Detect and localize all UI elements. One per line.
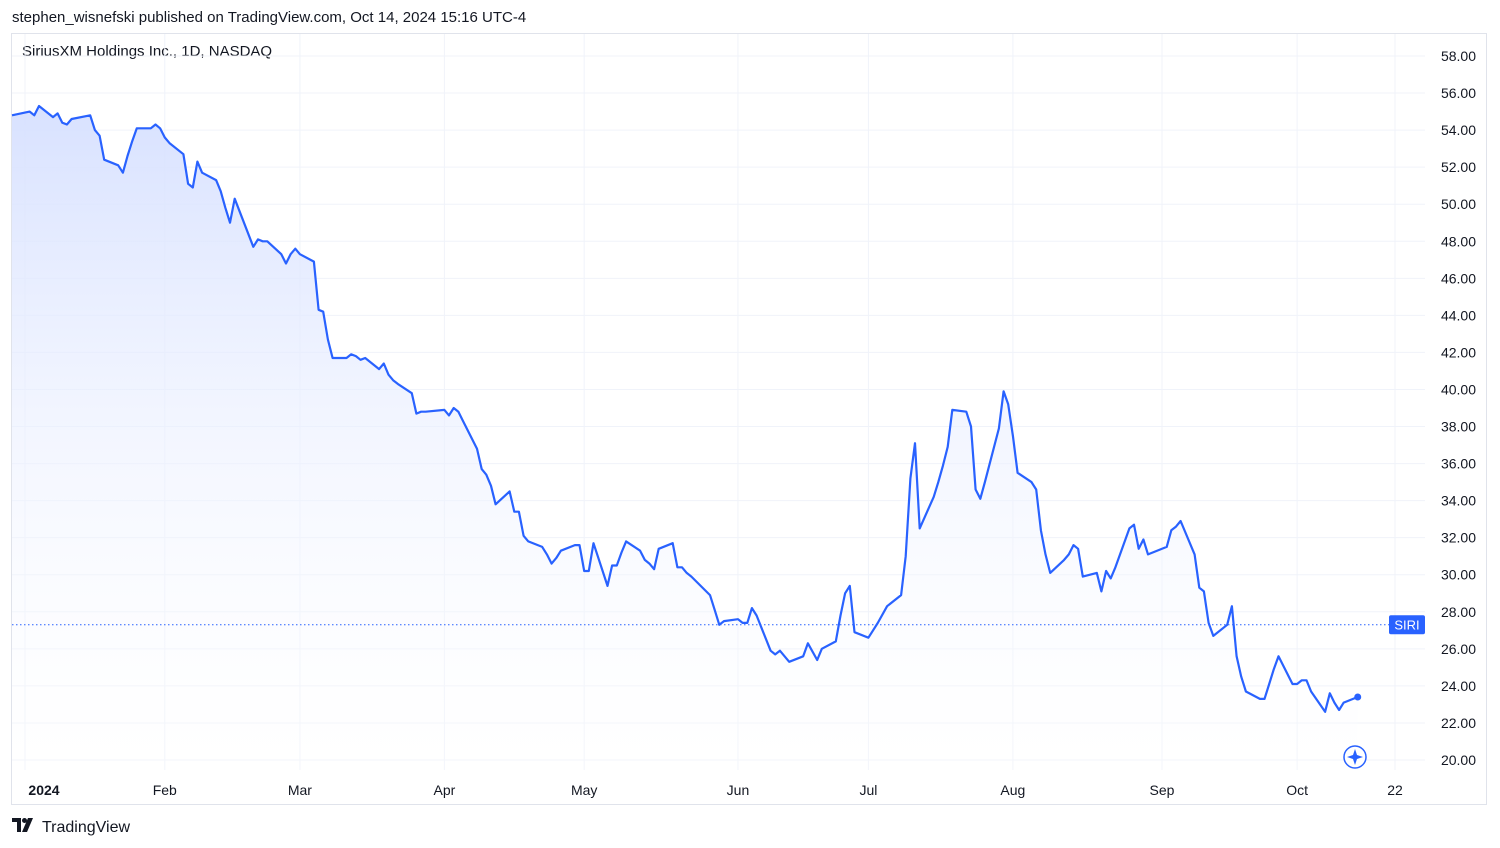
- x-tick-label: 2024: [28, 782, 59, 798]
- y-tick-label: 26.00: [1441, 641, 1476, 657]
- y-tick-label: 30.00: [1441, 567, 1476, 583]
- y-tick-label: 42.00: [1441, 344, 1476, 360]
- symbol-badge: SIRI: [1389, 615, 1425, 635]
- y-tick-label: 40.00: [1441, 381, 1476, 397]
- y-tick-label: 48.00: [1441, 233, 1476, 249]
- y-tick-label: 50.00: [1441, 196, 1476, 212]
- x-tick-label: 22: [1387, 782, 1403, 798]
- y-tick-label: 22.00: [1441, 715, 1476, 731]
- x-axis-ticks: 2024 Feb Mar Apr May Jun Jul Aug Sep Oct 22: [28, 782, 1403, 798]
- y-tick-label: 32.00: [1441, 530, 1476, 546]
- tradingview-logo-icon: [12, 818, 36, 837]
- assistant-icon[interactable]: [1343, 745, 1367, 769]
- y-tick-label: 58.00: [1441, 48, 1476, 64]
- y-tick-label: 38.00: [1441, 419, 1476, 435]
- x-tick-label: Aug: [1000, 782, 1025, 798]
- price-chart[interactable]: 58.00 56.00 54.00 52.00 50.00 48.00 46.00 44.00…: [0, 0, 1500, 848]
- footer-brand[interactable]: TradingView: [12, 818, 130, 837]
- price-area: [12, 106, 1358, 770]
- x-tick-label: Oct: [1286, 782, 1308, 798]
- y-tick-label: 52.00: [1441, 159, 1476, 175]
- y-tick-label: 28.00: [1441, 604, 1476, 620]
- last-price-dot: [1354, 693, 1362, 701]
- x-tick-label: Mar: [288, 782, 312, 798]
- symbol-label: SIRI: [1394, 617, 1419, 632]
- y-tick-label: 44.00: [1441, 307, 1476, 323]
- y-axis-ticks: 58.00 56.00 54.00 52.00 50.00 48.00 46.00 44.00…: [1441, 48, 1476, 768]
- x-tick-label: May: [571, 782, 597, 798]
- x-tick-label: Sep: [1150, 782, 1175, 798]
- y-tick-label: 54.00: [1441, 122, 1476, 138]
- x-tick-label: Feb: [153, 782, 177, 798]
- brand-name: TradingView: [42, 818, 131, 836]
- x-tick-label: Jul: [859, 782, 877, 798]
- x-tick-label: Jun: [727, 782, 750, 798]
- y-tick-label: 34.00: [1441, 493, 1476, 509]
- y-tick-label: 46.00: [1441, 270, 1476, 286]
- y-tick-label: 24.00: [1441, 678, 1476, 694]
- y-tick-label: 20.00: [1441, 752, 1476, 768]
- y-tick-label: 36.00: [1441, 456, 1476, 472]
- x-tick-label: Apr: [433, 782, 455, 798]
- y-tick-label: 56.00: [1441, 85, 1476, 101]
